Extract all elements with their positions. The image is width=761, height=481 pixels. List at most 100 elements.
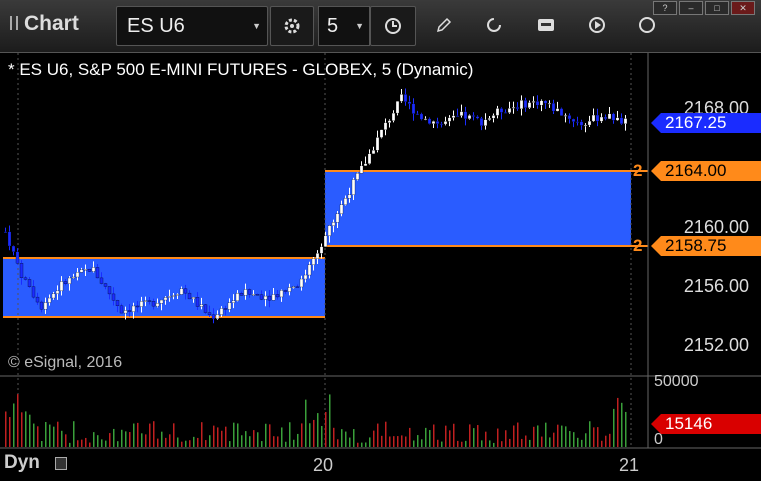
- candle-body: [199, 304, 204, 307]
- volume-bar: [489, 440, 491, 447]
- interval-value: 5: [327, 15, 339, 37]
- candle-body: [31, 286, 36, 298]
- volume-bar: [25, 411, 27, 447]
- chevron-down-icon[interactable]: ▼: [252, 21, 261, 31]
- volume-bar: [9, 417, 11, 447]
- candle-body: [543, 100, 548, 104]
- candle-body: [131, 305, 136, 312]
- candle-body: [423, 118, 428, 120]
- volume-bar: [545, 422, 547, 447]
- volume-bar: [501, 441, 503, 447]
- volume-bar: [361, 442, 363, 447]
- volume-bar: [33, 423, 35, 447]
- volume-bar: [625, 411, 627, 447]
- volume-bar: [581, 439, 583, 447]
- volume-bar: [417, 435, 419, 447]
- candle-body: [67, 277, 72, 284]
- volume-bar: [497, 428, 499, 447]
- volume-bar: [221, 430, 223, 447]
- more-tools-button[interactable]: [636, 14, 658, 36]
- app-title: Chart: [6, 12, 79, 36]
- candle-body: [11, 245, 16, 252]
- help-button[interactable]: ?: [653, 1, 677, 15]
- volume-bar: [5, 411, 7, 447]
- volume-bar: [529, 439, 531, 447]
- candle-body: [439, 123, 444, 125]
- volume-bar: [105, 440, 107, 447]
- candle-body: [431, 121, 436, 124]
- volume-bar: [385, 421, 387, 447]
- candle-body: [47, 297, 52, 303]
- lock-icon[interactable]: [55, 457, 67, 470]
- candle-body: [387, 120, 392, 123]
- get-icon: [538, 19, 554, 31]
- candle-body: [203, 304, 208, 313]
- close-button[interactable]: ✕: [731, 1, 755, 15]
- volume-bar: [445, 425, 447, 447]
- get-data-button[interactable]: [535, 14, 557, 36]
- candle-body: [587, 120, 592, 126]
- volume-bar: [129, 432, 131, 447]
- volume-bar: [321, 425, 323, 447]
- candle-body: [251, 294, 256, 296]
- interval-input[interactable]: 5 ▼: [318, 6, 370, 46]
- volume-bar: [257, 432, 259, 447]
- candle-body: [15, 251, 20, 264]
- volume-bar: [85, 437, 87, 447]
- zone-lower-price-tag: 2158.75: [651, 236, 761, 256]
- volume-bar: [477, 425, 479, 447]
- volume-bar: [253, 430, 255, 447]
- candle-body: [591, 114, 596, 122]
- volume-bar: [449, 430, 451, 447]
- interval-clock-button[interactable]: [370, 6, 416, 46]
- candle-body: [607, 113, 612, 120]
- clock-icon: [385, 18, 401, 34]
- chart-title: * ES U6, S&P 500 E-MINI FUTURES - GLOBEX…: [8, 60, 474, 79]
- volume-bar: [137, 422, 139, 447]
- symbol-input[interactable]: ES U6 ▼: [116, 6, 268, 46]
- volume-bar: [153, 421, 155, 447]
- minimize-button[interactable]: –: [679, 1, 703, 15]
- candle-body: [159, 299, 164, 304]
- candle-body: [235, 293, 240, 301]
- volume-bar: [429, 430, 431, 447]
- volume-bar: [233, 422, 235, 447]
- volume-bar: [37, 426, 39, 447]
- candle-body: [551, 103, 556, 112]
- symbol-settings-button[interactable]: [270, 6, 314, 46]
- candle-body: [95, 267, 100, 279]
- refresh-button[interactable]: [483, 14, 505, 36]
- volume-bar: [69, 442, 71, 447]
- candle-body: [535, 101, 540, 106]
- play-button[interactable]: [586, 14, 608, 36]
- candle-body: [23, 277, 28, 280]
- volume-bar: [473, 428, 475, 447]
- chevron-down-icon[interactable]: ▼: [355, 21, 364, 31]
- maximize-button[interactable]: □: [705, 1, 729, 15]
- gear-icon: [284, 18, 300, 34]
- candle-body: [619, 117, 624, 124]
- candle-body: [459, 111, 464, 116]
- volume-bar: [593, 427, 595, 447]
- volume-bar: [89, 442, 91, 447]
- app-title-text: Chart: [24, 12, 79, 35]
- volume-bar: [301, 423, 303, 447]
- volume-bar: [269, 424, 271, 447]
- candle-body: [559, 108, 564, 116]
- mode-label[interactable]: Dyn: [4, 452, 40, 474]
- date-label: 21: [619, 455, 640, 475]
- volume-bar: [117, 441, 119, 447]
- candle-body: [575, 121, 580, 123]
- candle-body: [87, 269, 92, 272]
- candle-body: [143, 300, 148, 302]
- candle-body: [319, 246, 324, 254]
- candle-body: [411, 103, 416, 114]
- candle-body: [539, 100, 544, 106]
- volume-bar: [329, 394, 331, 447]
- more-icon: [639, 17, 655, 33]
- draw-tool-button[interactable]: [433, 14, 455, 36]
- volume-bar: [133, 423, 135, 447]
- candle-body: [35, 296, 40, 303]
- price-chart[interactable]: [0, 53, 761, 481]
- support-zone-right: [325, 171, 631, 246]
